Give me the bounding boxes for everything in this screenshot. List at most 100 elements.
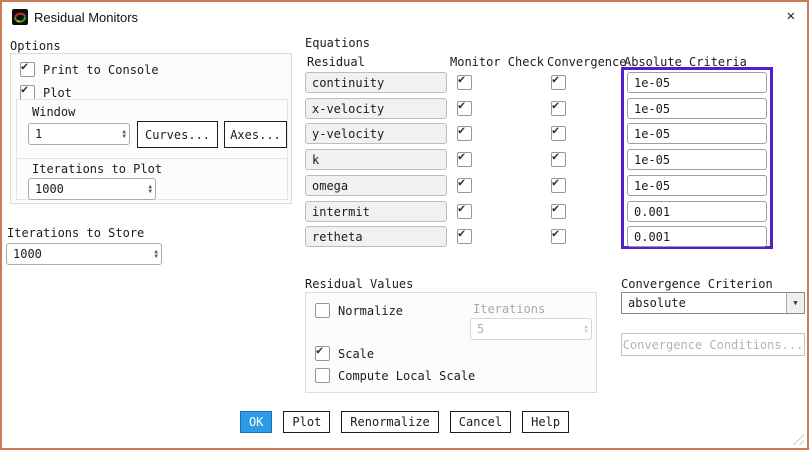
normalize-checkbox[interactable]: ✔: [315, 303, 330, 318]
print-to-console-label: Print to Console: [43, 63, 159, 77]
window-stepper-value: 1: [35, 127, 42, 141]
convergence-checkbox[interactable]: ✔: [551, 75, 566, 90]
absolute-criteria-input[interactable]: 1e-05: [627, 72, 767, 93]
renormalize-button[interactable]: Renormalize: [341, 411, 438, 433]
residual-monitors-dialog: Residual Monitors ✕ Options ✔ Print to C…: [0, 0, 809, 450]
monitor-check-checkbox[interactable]: ✔: [457, 126, 472, 141]
equation-row: x-velocity ✔ ✔ 1e-05: [305, 98, 775, 120]
check-icon: ✔: [458, 72, 465, 86]
iterations-label: Iterations: [473, 302, 545, 316]
convergence-checkbox[interactable]: ✔: [551, 229, 566, 244]
title-bar[interactable]: Residual Monitors ✕: [2, 2, 807, 32]
check-icon: ✔: [458, 175, 465, 189]
monitor-check-checkbox[interactable]: ✔: [457, 178, 472, 193]
check-icon: ✔: [458, 98, 465, 112]
check-icon: ✔: [458, 201, 465, 215]
convergence-criterion-label: Convergence Criterion: [621, 277, 773, 291]
print-to-console-checkbox[interactable]: ✔: [20, 62, 35, 77]
resize-grip[interactable]: [790, 431, 804, 445]
monitor-check-checkbox[interactable]: ✔: [457, 75, 472, 90]
compute-local-scale-row: ✔ Compute Local Scale: [315, 368, 475, 383]
options-group-label: Options: [10, 39, 61, 53]
convergence-checkbox[interactable]: ✔: [551, 178, 566, 193]
equations-group-label: Equations: [305, 36, 370, 50]
monitor-check-checkbox[interactable]: ✔: [457, 204, 472, 219]
iterations-to-plot-label: Iterations to Plot: [32, 162, 162, 176]
check-icon: ✔: [552, 98, 559, 112]
residual-name-field: omega: [305, 175, 447, 196]
check-icon: ✔: [552, 123, 559, 137]
check-icon: ✔: [552, 226, 559, 240]
footer-button-row: OK Plot Renormalize Cancel Help: [2, 411, 807, 433]
convergence-checkbox[interactable]: ✔: [551, 101, 566, 116]
iterations-to-store-label: Iterations to Store: [7, 226, 144, 240]
cancel-button[interactable]: Cancel: [450, 411, 511, 433]
equation-rows: continuity ✔ ✔ 1e-05 x-velocity ✔ ✔ 1e-0…: [305, 72, 775, 254]
monitor-check-checkbox[interactable]: ✔: [457, 229, 472, 244]
plot-checkbox[interactable]: ✔: [20, 85, 35, 100]
absolute-criteria-input[interactable]: 1e-05: [627, 98, 767, 119]
fluent-logo-icon: [12, 9, 28, 25]
monitor-check-column-header: Monitor Check: [450, 55, 544, 69]
normalize-iterations-value: 5: [477, 322, 484, 336]
residual-column-header: Residual: [307, 55, 365, 69]
equation-row: y-velocity ✔ ✔ 1e-05: [305, 123, 775, 145]
stepper-arrows-icon[interactable]: ▲▼: [122, 129, 126, 139]
stepper-arrows-icon: ▲▼: [584, 324, 588, 334]
iterations-to-plot-value: 1000: [35, 182, 64, 196]
help-button[interactable]: Help: [522, 411, 569, 433]
convergence-conditions-button: Convergence Conditions...: [621, 333, 805, 356]
monitor-check-checkbox[interactable]: ✔: [457, 152, 472, 167]
convergence-column-header: Convergence: [547, 55, 626, 69]
equation-row: k ✔ ✔ 1e-05: [305, 149, 775, 171]
check-icon: ✔: [552, 201, 559, 215]
absolute-criteria-input[interactable]: 0.001: [627, 201, 767, 222]
convergence-criterion-select[interactable]: absolute ▼: [621, 292, 805, 314]
print-to-console-row: ✔ Print to Console: [20, 62, 159, 77]
check-icon: ✔: [552, 72, 559, 86]
convergence-criterion-value: absolute: [628, 296, 686, 310]
monitor-check-checkbox[interactable]: ✔: [457, 101, 472, 116]
absolute-criteria-input[interactable]: 1e-05: [627, 149, 767, 170]
plot-button[interactable]: Plot: [283, 411, 330, 433]
ok-button[interactable]: OK: [240, 411, 272, 433]
residual-values-group-label: Residual Values: [305, 277, 413, 291]
check-icon: ✔: [21, 82, 28, 96]
scale-checkbox[interactable]: ✔: [315, 346, 330, 361]
iterations-to-plot-stepper[interactable]: 1000 ▲▼: [28, 178, 156, 200]
convergence-checkbox[interactable]: ✔: [551, 152, 566, 167]
equation-row: intermit ✔ ✔ 0.001: [305, 201, 775, 223]
check-icon: ✔: [458, 123, 465, 137]
residual-name-field: retheta: [305, 226, 447, 247]
compute-local-scale-checkbox[interactable]: ✔: [315, 368, 330, 383]
residual-name-field: k: [305, 149, 447, 170]
convergence-checkbox[interactable]: ✔: [551, 126, 566, 141]
iterations-to-store-stepper[interactable]: 1000 ▲▼: [6, 243, 162, 265]
stepper-arrows-icon[interactable]: ▲▼: [154, 249, 158, 259]
equation-row: omega ✔ ✔ 1e-05: [305, 175, 775, 197]
scale-label: Scale: [338, 347, 374, 361]
window-stepper[interactable]: 1 ▲▼: [28, 123, 130, 145]
check-icon: ✔: [552, 149, 559, 163]
window-label: Window: [32, 105, 75, 119]
normalize-row: ✔ Normalize: [315, 303, 403, 318]
check-icon: ✔: [316, 343, 323, 357]
stepper-arrows-icon[interactable]: ▲▼: [148, 184, 152, 194]
check-icon: ✔: [21, 59, 28, 73]
residual-name-field: x-velocity: [305, 98, 447, 119]
residual-name-field: y-velocity: [305, 123, 447, 144]
check-icon: ✔: [458, 226, 465, 240]
iterations-to-store-value: 1000: [13, 247, 42, 261]
chevron-down-icon[interactable]: ▼: [786, 293, 804, 313]
convergence-checkbox[interactable]: ✔: [551, 204, 566, 219]
axes-button[interactable]: Axes...: [224, 121, 287, 148]
absolute-criteria-input[interactable]: 1e-05: [627, 175, 767, 196]
equation-row: retheta ✔ ✔ 0.001: [305, 226, 775, 248]
normalize-label: Normalize: [338, 304, 403, 318]
curves-button[interactable]: Curves...: [137, 121, 218, 148]
absolute-criteria-input[interactable]: 1e-05: [627, 123, 767, 144]
check-icon: ✔: [552, 175, 559, 189]
scale-row: ✔ Scale: [315, 346, 374, 361]
absolute-criteria-input[interactable]: 0.001: [627, 226, 767, 247]
close-icon[interactable]: ✕: [787, 8, 795, 24]
